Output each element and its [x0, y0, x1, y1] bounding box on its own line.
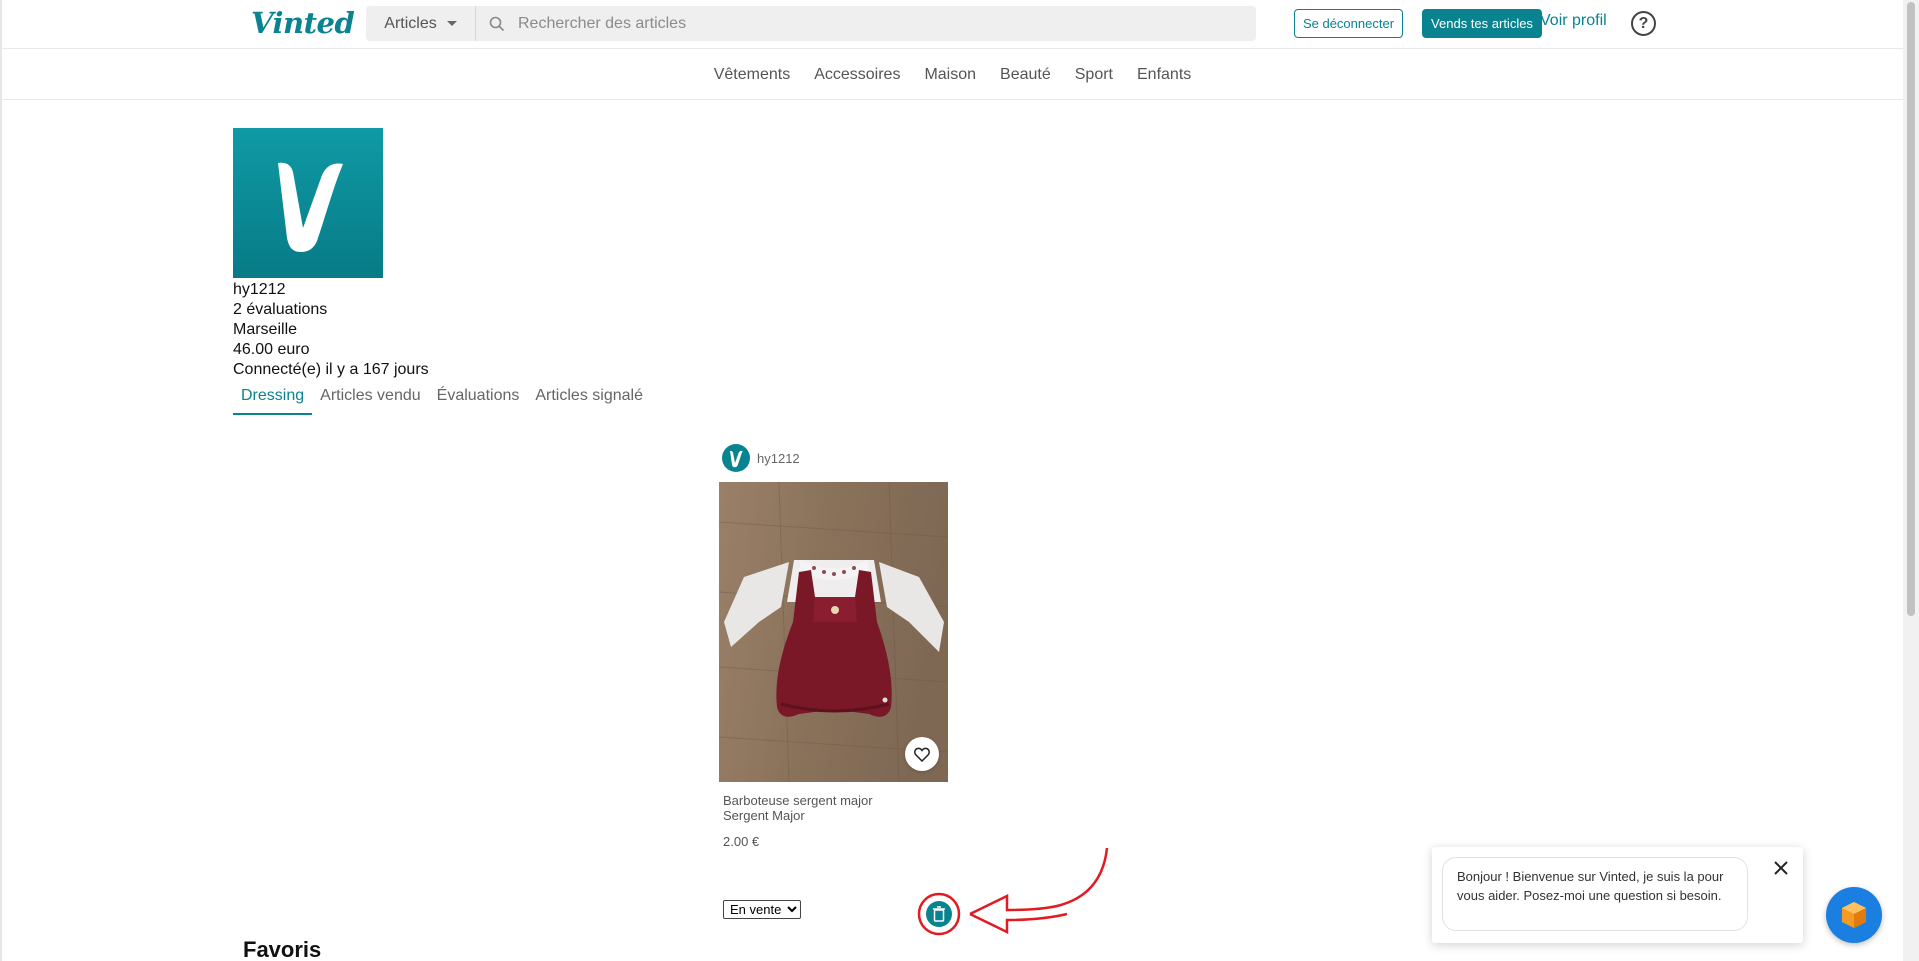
page-scrollbar[interactable]	[1903, 0, 1919, 961]
view-profile-link[interactable]: Voir profil	[1540, 12, 1607, 30]
page: Vinted Articles Se déconnecter Vends tes…	[0, 0, 1903, 961]
category-beauty[interactable]: Beauté	[988, 66, 1063, 84]
item-seller[interactable]: hy1212	[722, 444, 800, 472]
profile-info: hy1212 2 évaluations Marseille 46.00 eur…	[233, 280, 429, 380]
annotation-arrow	[917, 847, 1109, 936]
category-nav: Vêtements Accessoires Maison Beauté Spor…	[2, 50, 1903, 100]
profile-username: hy1212	[233, 281, 286, 298]
seller-username: hy1212	[757, 450, 800, 466]
help-icon[interactable]: ?	[1631, 11, 1656, 36]
heart-icon	[914, 747, 930, 762]
item-status-select[interactable]: En vente	[723, 900, 801, 919]
chevron-down-icon	[446, 21, 457, 26]
favourite-button[interactable]	[905, 737, 939, 771]
chat-bot-icon	[1842, 902, 1866, 928]
item-photo[interactable]	[719, 482, 948, 782]
profile-tabs: Dressing Articles vendu Évaluations Arti…	[233, 384, 651, 415]
search-category-select[interactable]: Articles	[366, 6, 476, 41]
profile-last-seen: Connecté(e) il y a 167 jours	[233, 361, 429, 378]
trash-icon	[933, 906, 945, 922]
search-category-label: Articles	[384, 14, 437, 32]
delete-item-button[interactable]	[926, 901, 952, 927]
romper-photo-image	[719, 482, 948, 782]
top-header: Vinted Articles Se déconnecter Vends tes…	[2, 0, 1903, 49]
profile-city: Marseille	[233, 321, 298, 338]
close-icon[interactable]	[1770, 857, 1792, 879]
tab-reported-items[interactable]: Articles signalé	[527, 384, 651, 415]
seller-avatar	[722, 444, 750, 472]
profile-avatar	[233, 128, 383, 278]
search-input[interactable]	[512, 6, 1256, 41]
vinted-logo[interactable]: Vinted	[251, 6, 355, 40]
tab-reviews[interactable]: Évaluations	[429, 384, 528, 415]
category-clothing[interactable]: Vêtements	[702, 66, 802, 84]
category-sport[interactable]: Sport	[1063, 66, 1125, 84]
category-home[interactable]: Maison	[912, 66, 988, 84]
chat-message: Bonjour ! Bienvenue sur Vinted, je suis …	[1442, 857, 1748, 931]
category-accessories[interactable]: Accessoires	[802, 66, 912, 84]
item-brand: Sergent Major	[723, 808, 805, 823]
category-kids[interactable]: Enfants	[1125, 66, 1203, 84]
chat-launcher-button[interactable]	[1826, 887, 1882, 943]
favorites-title: Favoris	[243, 937, 322, 961]
scrollbar-thumb[interactable]	[1907, 2, 1915, 616]
sell-items-button[interactable]: Vends tes articles	[1422, 9, 1542, 38]
search-bar: Articles	[366, 6, 1256, 41]
tab-dressing[interactable]: Dressing	[233, 384, 313, 415]
profile-reviews: 2 évaluations	[233, 301, 328, 318]
logout-button[interactable]: Se déconnecter	[1294, 9, 1403, 38]
search-icon	[482, 6, 512, 41]
item-title[interactable]: Barboteuse sergent major	[723, 793, 873, 808]
chat-popup: Bonjour ! Bienvenue sur Vinted, je suis …	[1432, 847, 1803, 943]
profile-balance: 46.00 euro	[233, 341, 310, 358]
tab-sold-items[interactable]: Articles vendu	[312, 384, 429, 415]
item-price: 2.00 €	[723, 834, 760, 849]
vinted-v-icon	[233, 128, 383, 278]
